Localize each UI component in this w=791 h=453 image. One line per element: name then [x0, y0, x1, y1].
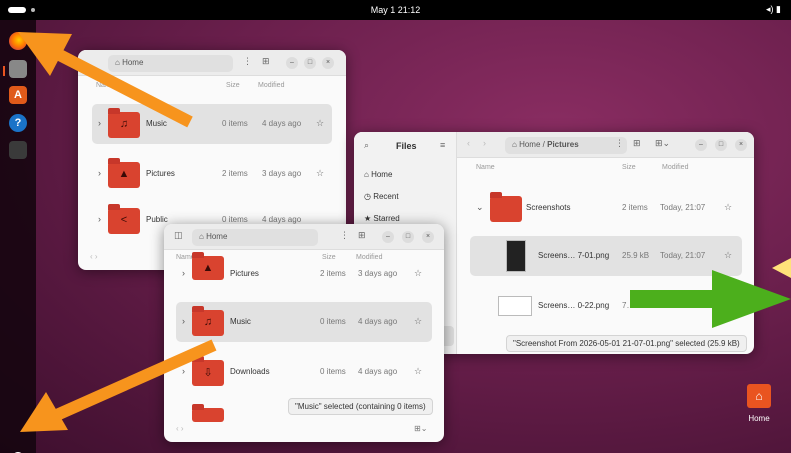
arrow-up-left-icon [18, 32, 193, 128]
yellow-marker-icon [772, 258, 791, 278]
annotation-arrows [18, 32, 791, 432]
arrow-down-left-icon [20, 339, 217, 432]
arrow-right-icon [630, 270, 791, 328]
